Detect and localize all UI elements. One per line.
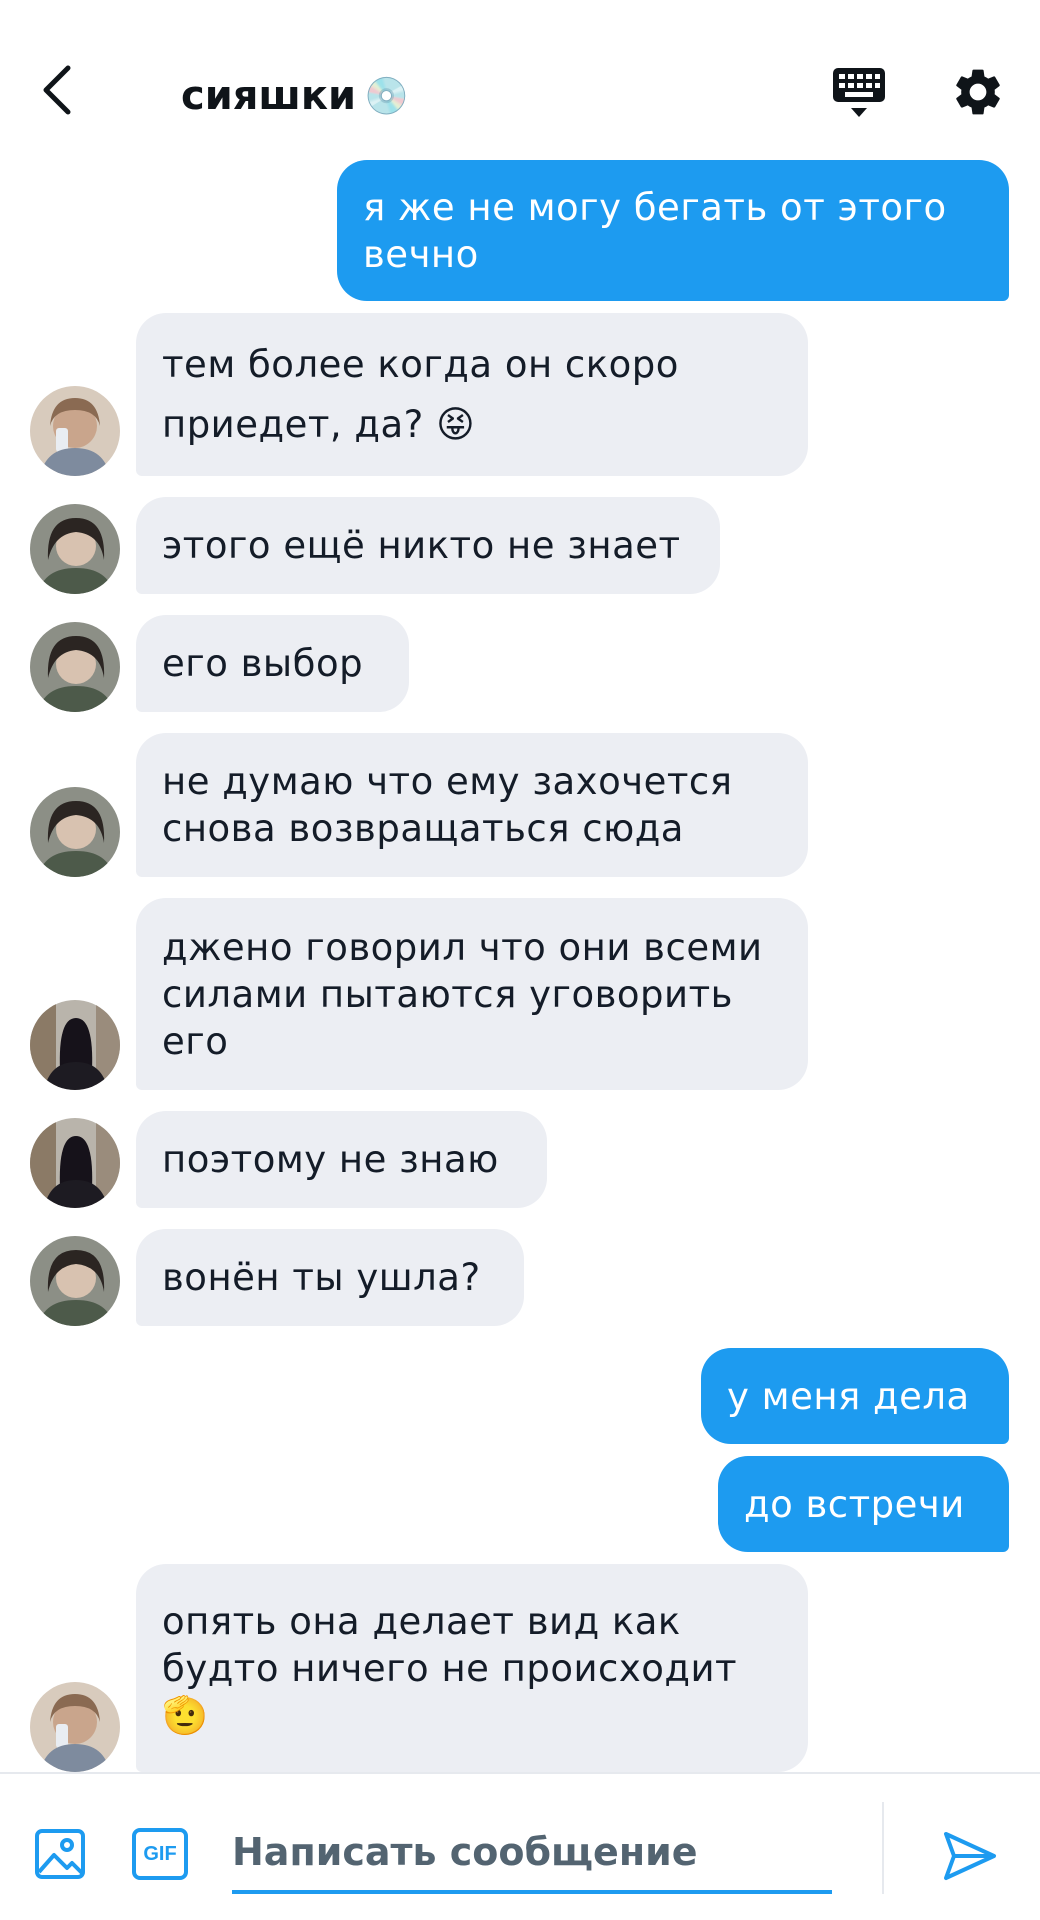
message-bubble-outgoing[interactable]: до встречи (718, 1456, 1009, 1552)
message-bubble-incoming[interactable]: поэтому не знаю (136, 1111, 547, 1208)
avatar-image (30, 1682, 120, 1772)
message-bubble-incoming[interactable]: опять она делает вид как будто ничего не… (136, 1564, 808, 1772)
message-bubble-incoming[interactable]: не думаю что ему захочется снова возвращ… (136, 733, 808, 877)
message-text: я же не могу бегать от этого вечно (363, 185, 947, 276)
conversation-title-text: сияшки (181, 73, 357, 119)
message-text: вонён ты ушла? (162, 1256, 481, 1299)
add-image-button[interactable] (34, 1828, 86, 1880)
message-bubble-incoming[interactable]: вонён ты ушла? (136, 1229, 524, 1326)
avatar-image (30, 1000, 120, 1090)
avatar-image (30, 787, 120, 877)
avatar-image (30, 1236, 120, 1326)
avatar[interactable] (30, 787, 120, 877)
avatar-image (30, 504, 120, 594)
message-text: до встречи (744, 1482, 965, 1526)
composer-divider (882, 1802, 884, 1894)
message-text: джено говорил что они всеми силами пытаю… (162, 925, 763, 1063)
avatar-image (30, 386, 120, 476)
message-bubble-incoming[interactable]: джено говорил что они всеми силами пытаю… (136, 898, 808, 1090)
send-icon (944, 1832, 996, 1880)
back-button[interactable] (34, 62, 78, 118)
message-bubble-incoming[interactable]: его выбор (136, 615, 409, 712)
avatar[interactable] (30, 504, 120, 594)
gear-icon (956, 69, 1000, 115)
message-text: его выбор (162, 642, 364, 685)
message-bubble-incoming[interactable]: этого ещё никто не знает (136, 497, 720, 594)
message-bubble-outgoing[interactable]: у меня дела (701, 1348, 1009, 1444)
message-text: тем более когда он скоро приедет, да? 😝 (162, 342, 679, 446)
chat-header: сияшки 💿 (0, 0, 1040, 160)
chevron-left-icon (43, 65, 71, 115)
message-text: поэтому не знаю (162, 1138, 499, 1181)
message-text: у меня дела (727, 1374, 970, 1418)
message-input[interactable] (232, 1814, 832, 1894)
avatar[interactable] (30, 1000, 120, 1090)
avatar[interactable] (30, 622, 120, 712)
avatar[interactable] (30, 386, 120, 476)
avatar[interactable] (30, 1118, 120, 1208)
avatar-image (30, 1118, 120, 1208)
message-text: не думаю что ему захочется снова возвращ… (162, 760, 733, 850)
send-button[interactable] (940, 1826, 1000, 1886)
keyboard-button[interactable] (831, 64, 887, 120)
message-bubble-outgoing[interactable]: я же не могу бегать от этого вечно (337, 160, 1009, 301)
message-composer: GIF (0, 1772, 1040, 1920)
settings-button[interactable] (950, 64, 1006, 120)
keyboard-icon (833, 68, 885, 117)
avatar[interactable] (30, 1682, 120, 1772)
image-icon (35, 1829, 85, 1879)
avatar-image (30, 622, 120, 712)
message-text: этого ещё никто не знает (162, 524, 681, 567)
message-text: опять она делает вид как будто ничего не… (162, 1599, 738, 1737)
gif-button[interactable]: GIF (132, 1828, 188, 1880)
avatar[interactable] (30, 1236, 120, 1326)
conversation-title[interactable]: сияшки 💿 (181, 68, 409, 124)
message-bubble-incoming[interactable]: тем более когда он скоро приедет, да? 😝 (136, 313, 808, 476)
disc-emoji: 💿 (364, 76, 409, 117)
